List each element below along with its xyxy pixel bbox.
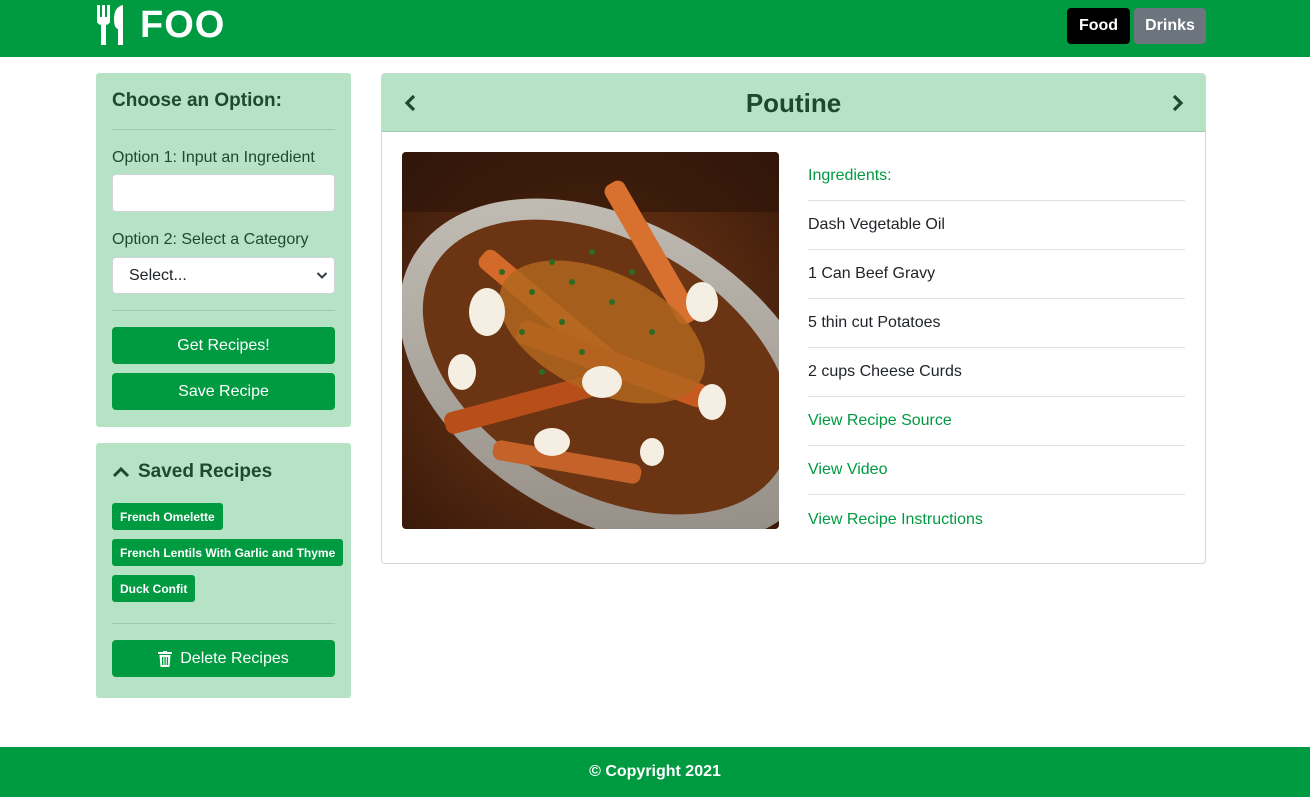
ingredient-item: Dash Vegetable Oil [808,201,1185,250]
ingredients-header: Ingredients: [808,152,1185,201]
ingredients-list: Ingredients: Dash Vegetable Oil 1 Can Be… [808,152,1185,544]
brand[interactable]: FOO [96,4,225,46]
save-recipe-button[interactable]: Save Recipe [112,373,335,410]
ingredient-input[interactable] [112,174,335,212]
category-select[interactable]: Select... [112,257,335,294]
saved-recipe-badge[interactable]: French Omelette [112,503,223,530]
divider [112,310,335,311]
view-recipe-instructions-link[interactable]: View Recipe Instructions [808,495,1185,544]
chevron-down-icon [316,272,328,279]
view-video-link[interactable]: View Video [808,446,1185,495]
chevron-up-icon [112,466,130,478]
navbar: FOO Food Drinks [0,0,1310,57]
saved-recipes-toggle[interactable]: Saved Recipes [112,461,272,483]
recipe-title: Poutine [745,88,842,118]
options-panel: Choose an Option: Option 1: Input an Ing… [96,73,351,427]
get-recipes-button[interactable]: Get Recipes! [112,327,335,364]
saved-recipes-title: Saved Recipes [138,461,273,482]
divider [112,129,335,130]
divider [112,623,335,624]
recipe-card: Poutine Ingredients: Dash Vegetable Oil … [381,73,1206,564]
nav-food-button[interactable]: Food [1067,8,1130,44]
ingredient-item: 1 Can Beef Gravy [808,250,1185,299]
options-title: Choose an Option: [112,90,282,111]
chevron-right-icon[interactable] [1170,94,1186,112]
option2-label: Option 2: Select a Category [112,231,309,248]
saved-recipe-badge[interactable]: French Lentils With Garlic and Thyme [112,539,344,566]
nav-drinks-button[interactable]: Drinks [1134,8,1206,44]
ingredient-item: 2 cups Cheese Curds [808,348,1185,397]
category-select-value: Select... [129,266,187,284]
ingredient-item: 5 thin cut Potatoes [808,299,1185,348]
recipe-image [402,152,779,529]
view-recipe-source-link[interactable]: View Recipe Source [808,397,1185,446]
brand-name: FOO [140,3,226,46]
saved-recipes-panel: Saved Recipes French Omelette French Len… [96,443,351,698]
delete-recipes-label: Delete Recipes [180,649,289,667]
option1-label: Option 1: Input an Ingredient [112,149,315,166]
trash-icon [158,650,173,667]
footer: © Copyright 2021 [0,747,1310,797]
utensils-icon [97,5,123,45]
copyright-text: © Copyright 2021 [589,763,721,780]
recipe-card-header: Poutine [382,74,1205,132]
saved-recipe-badge[interactable]: Duck Confit [112,575,196,602]
delete-recipes-button[interactable]: Delete Recipes [112,640,335,677]
